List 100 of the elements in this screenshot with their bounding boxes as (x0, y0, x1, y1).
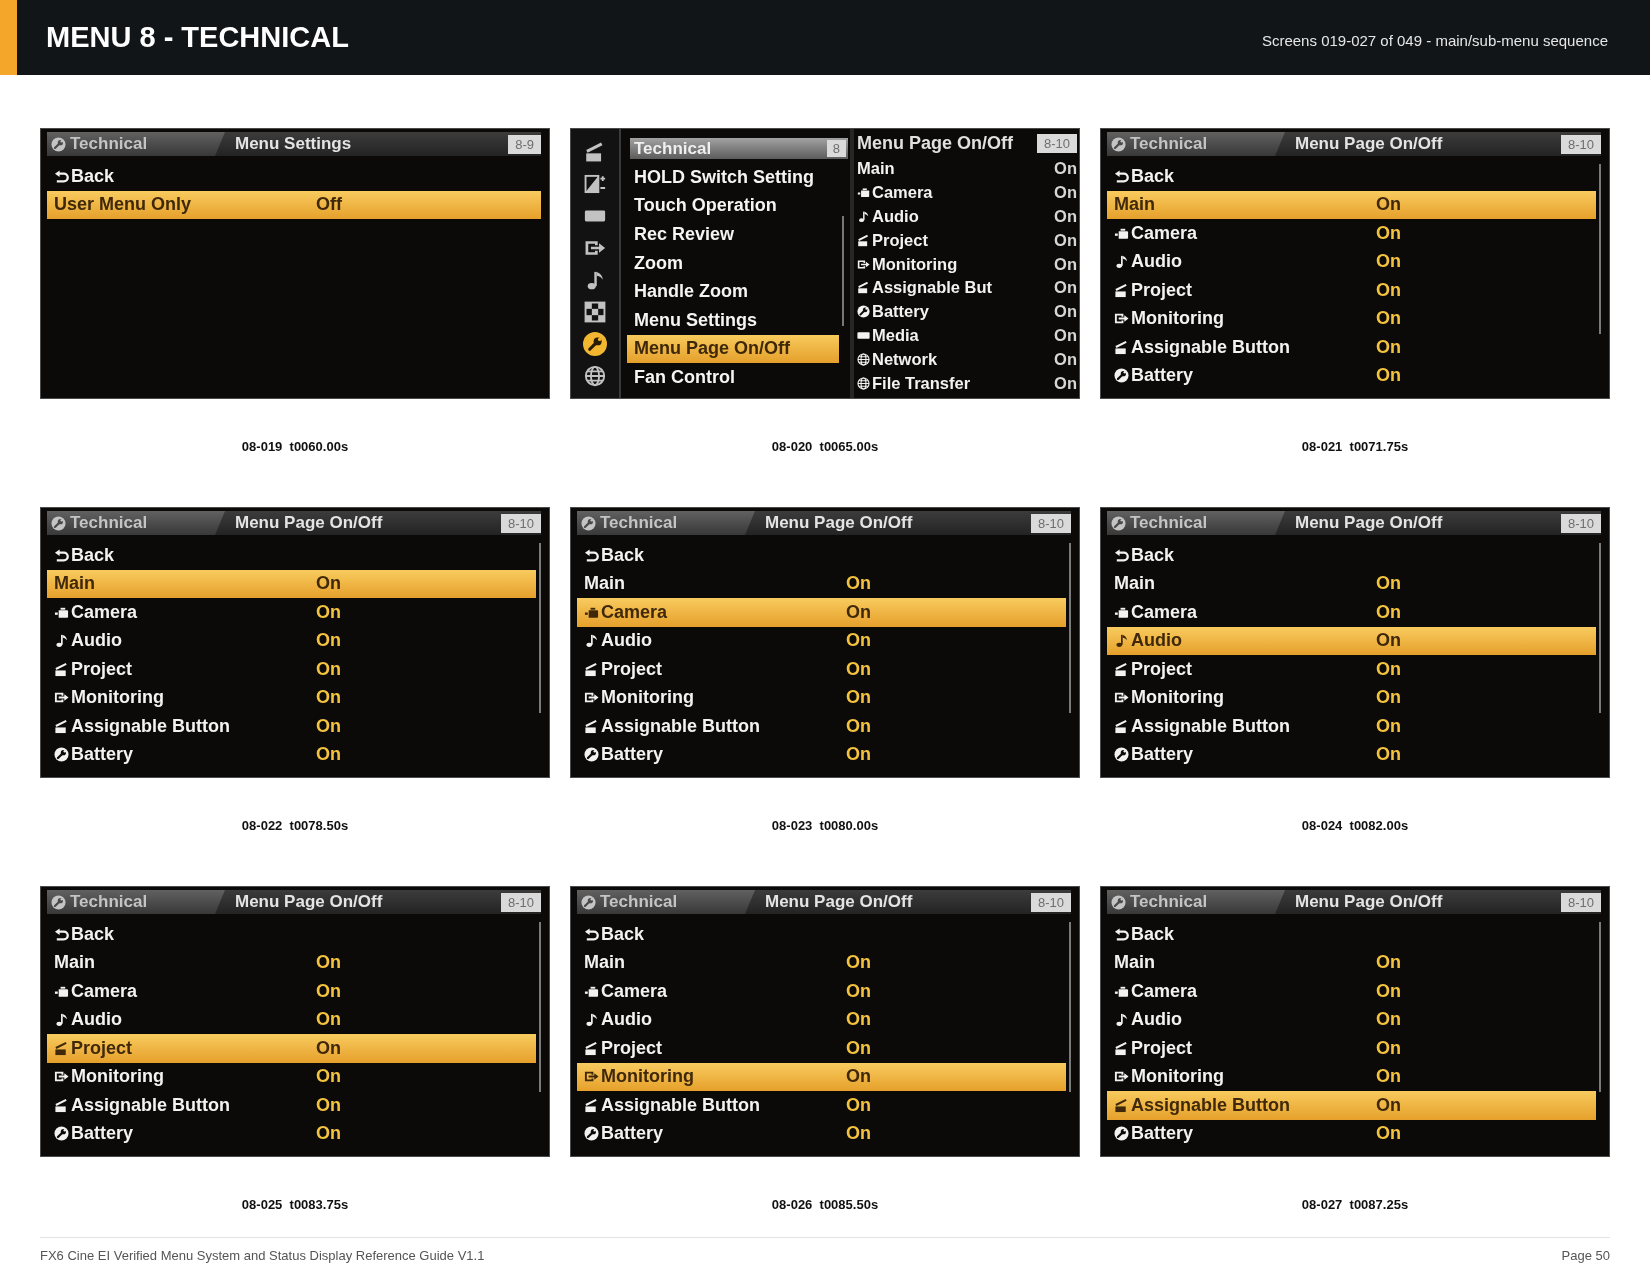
menu-item[interactable]: HOLD Switch Setting (627, 163, 839, 192)
menu-item[interactable]: Camera On (1107, 977, 1596, 1006)
menu-item[interactable]: Battery On (854, 299, 1077, 324)
menu-item[interactable]: Main On (1107, 190, 1596, 219)
scroll-bar[interactable] (842, 216, 844, 326)
menu-item[interactable]: Assignable Button On (1107, 1091, 1596, 1120)
menu-item[interactable]: Camera On (577, 977, 1066, 1006)
clapperboard-icon (1114, 661, 1129, 677)
scroll-bar[interactable] (539, 543, 541, 713)
menu-item[interactable]: Project On (1107, 276, 1596, 305)
breadcrumb-tab[interactable]: Technical (1107, 132, 1285, 156)
menu-item[interactable]: Project On (577, 655, 1066, 684)
scroll-bar[interactable] (1599, 543, 1601, 713)
menu-item[interactable]: Battery On (577, 1119, 1066, 1148)
back-item[interactable]: Back (1107, 920, 1596, 949)
menu-item[interactable]: Audio On (577, 1005, 1066, 1034)
breadcrumb-tab[interactable]: Technical (577, 890, 755, 914)
scroll-bar[interactable] (539, 922, 541, 1092)
scroll-bar[interactable] (1599, 164, 1601, 334)
globe-icon[interactable] (583, 364, 607, 388)
menu-item[interactable]: Battery On (47, 740, 536, 769)
menu-item[interactable]: Touch Operation (627, 191, 839, 221)
menu-item[interactable]: Menu Page On/Off (627, 334, 839, 364)
menu-item[interactable]: Monitoring On (47, 683, 536, 712)
back-item[interactable]: Back (577, 541, 1066, 570)
menu-item[interactable]: Audio On (47, 1005, 536, 1034)
menu-item[interactable]: Camera On (577, 598, 1066, 627)
menu-item[interactable]: Battery On (47, 1119, 536, 1148)
menu-item[interactable]: Main On (1107, 948, 1596, 977)
scroll-bar[interactable] (1069, 922, 1071, 1092)
menu-item[interactable]: Battery On (1107, 1119, 1596, 1148)
menu-item[interactable]: Monitoring On (577, 683, 1066, 712)
menu-item[interactable]: Project On (854, 228, 1077, 253)
menu-item[interactable]: Project On (47, 655, 536, 684)
breadcrumb-tab[interactable]: Technical (47, 890, 225, 914)
menu-item[interactable]: Main On (47, 569, 536, 598)
menu-item[interactable]: Audio On (1107, 247, 1596, 276)
menu-item[interactable]: Assignable Button On (577, 1091, 1066, 1120)
menu-item[interactable]: Project On (1107, 655, 1596, 684)
menu-item[interactable]: Monitoring On (47, 1062, 536, 1091)
menu-item[interactable]: Monitoring On (1107, 683, 1596, 712)
menu-item[interactable]: Project On (1107, 1034, 1596, 1063)
menu-item[interactable]: Main On (577, 569, 1066, 598)
menu-item[interactable]: Main On (577, 948, 1066, 977)
menu-item[interactable]: Audio On (1107, 1005, 1596, 1034)
setting-value: On (1054, 230, 1077, 250)
scroll-bar[interactable] (1599, 922, 1601, 1092)
menu-item[interactable]: Rec Review (627, 220, 839, 249)
menu-item[interactable]: Audio On (47, 626, 536, 655)
wrench-icon[interactable] (583, 332, 607, 356)
menu-item[interactable]: Assignable Button On (1107, 333, 1596, 362)
menu-item[interactable]: Assignable Button On (577, 712, 1066, 741)
menu-item[interactable]: Monitoring On (1107, 1062, 1596, 1091)
menu-item[interactable]: Media On (854, 323, 1077, 348)
menu-item[interactable]: Monitoring On (854, 252, 1077, 276)
setting-value: On (316, 630, 341, 652)
back-item[interactable]: Back (577, 920, 1066, 949)
menu-item[interactable]: Main On (854, 157, 1077, 181)
menu-item[interactable]: Battery On (1107, 740, 1596, 769)
menu-item[interactable]: Main On (47, 948, 536, 977)
menu-item[interactable]: Monitoring On (577, 1062, 1066, 1091)
menu-item[interactable]: Project On (577, 1034, 1066, 1063)
menu-item[interactable]: File Transfer On (854, 371, 1077, 395)
menu-item[interactable]: Assignable But On (854, 276, 1077, 300)
back-item[interactable]: Back (1107, 162, 1596, 191)
menu-item[interactable]: Project On (47, 1034, 536, 1063)
menu-item[interactable]: Handle Zoom (627, 277, 839, 306)
menu-item[interactable]: Camera On (1107, 219, 1596, 248)
checkerboard-icon[interactable] (583, 300, 607, 324)
menu-item[interactable]: Audio On (1107, 626, 1596, 655)
menu-item[interactable]: User Menu Only Off (47, 190, 541, 219)
menu-item[interactable]: Audio On (854, 204, 1077, 229)
menu-item[interactable]: Camera On (854, 180, 1077, 205)
menu-item[interactable]: Network On (854, 347, 1077, 372)
menu-item[interactable]: Assignable Button On (1107, 712, 1596, 741)
breadcrumb-tab[interactable]: Technical (1107, 890, 1285, 914)
breadcrumb-tab[interactable]: Technical (1107, 511, 1285, 535)
breadcrumb-tab[interactable]: Technical (47, 132, 225, 156)
menu-item[interactable]: Assignable Button On (47, 712, 536, 741)
back-item[interactable]: Back (47, 541, 536, 570)
menu-item[interactable]: Battery On (1107, 361, 1596, 390)
menu-item[interactable]: Fan Control (627, 363, 839, 392)
menu-item[interactable]: Main On (1107, 569, 1596, 598)
breadcrumb-tab[interactable]: Technical (577, 511, 755, 535)
menu-item[interactable]: Camera On (1107, 598, 1596, 627)
menu-item[interactable]: Assignable Button On (47, 1091, 536, 1120)
scroll-bar[interactable] (1069, 543, 1071, 713)
menu-item[interactable]: Audio On (577, 626, 1066, 655)
menu-item[interactable]: Camera On (47, 598, 536, 627)
menu-item[interactable]: Camera On (47, 977, 536, 1006)
wrench-icon (1111, 136, 1126, 152)
exposure-icon[interactable] (583, 172, 607, 196)
menu-item[interactable]: Battery On (577, 740, 1066, 769)
back-item[interactable]: Back (1107, 541, 1596, 570)
menu-item[interactable]: Menu Settings (627, 305, 839, 335)
breadcrumb-tab[interactable]: Technical (47, 511, 225, 535)
menu-item[interactable]: Zoom (627, 248, 839, 278)
menu-item[interactable]: Monitoring On (1107, 304, 1596, 333)
back-item[interactable]: Back (47, 920, 536, 949)
back-item[interactable]: Back (47, 162, 541, 191)
